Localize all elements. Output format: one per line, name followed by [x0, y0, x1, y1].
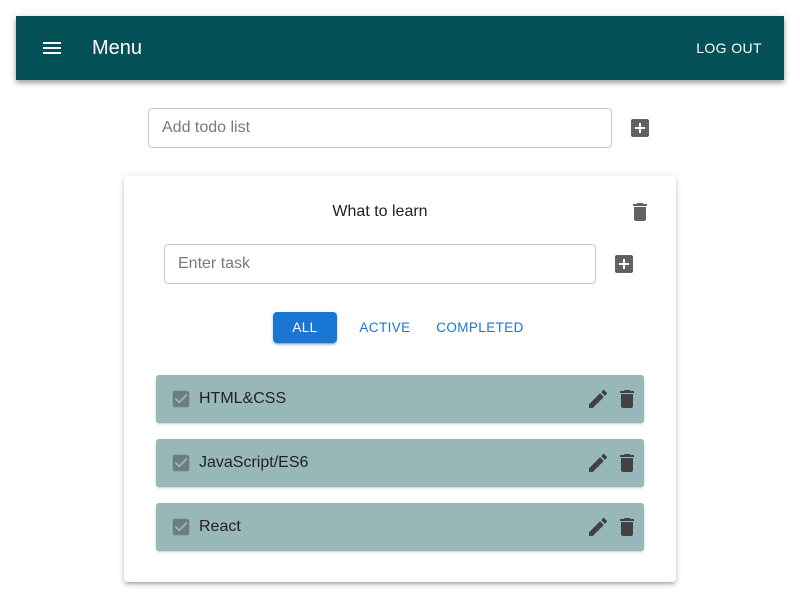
- task-checkbox[interactable]: [170, 452, 192, 474]
- add-box-icon: [615, 255, 633, 273]
- filter-completed-button[interactable]: COMPLETED: [430, 312, 530, 343]
- filter-all-button[interactable]: ALL: [273, 312, 337, 343]
- add-todo-list-button[interactable]: [628, 116, 652, 140]
- enter-task-input[interactable]: [164, 244, 596, 284]
- task-item: HTML&CSS: [156, 375, 644, 423]
- trash-icon: [620, 454, 634, 472]
- add-todo-list-input[interactable]: [148, 108, 612, 148]
- filter-active-button[interactable]: ACTIVE: [352, 312, 418, 343]
- trash-icon: [633, 203, 647, 221]
- trash-icon: [620, 390, 634, 408]
- delete-todolist-button[interactable]: [628, 200, 652, 224]
- edit-task-button[interactable]: [586, 451, 610, 475]
- add-task-button[interactable]: [612, 252, 636, 276]
- delete-task-button[interactable]: [615, 515, 639, 539]
- app-title: Menu: [92, 37, 143, 59]
- task-item: React: [156, 503, 644, 551]
- task-checkbox[interactable]: [170, 516, 192, 538]
- pencil-icon: [589, 389, 608, 408]
- edit-task-button[interactable]: [586, 387, 610, 411]
- app-bar: Menu LOG OUT: [16, 16, 784, 80]
- pencil-icon: [589, 453, 608, 472]
- delete-task-button[interactable]: [615, 451, 639, 475]
- todolist-title[interactable]: What to learn: [124, 202, 636, 222]
- task-label[interactable]: HTML&CSS: [199, 389, 286, 409]
- task-label[interactable]: JavaScript/ES6: [199, 453, 308, 473]
- checked-checkbox-icon: [172, 390, 190, 408]
- logout-button[interactable]: LOG OUT: [696, 34, 762, 62]
- edit-task-button[interactable]: [586, 515, 610, 539]
- checked-checkbox-icon: [172, 454, 190, 472]
- task-checkbox[interactable]: [170, 388, 192, 410]
- pencil-icon: [589, 517, 608, 536]
- checked-checkbox-icon: [172, 518, 190, 536]
- trash-icon: [620, 518, 634, 536]
- task-item: JavaScript/ES6: [156, 439, 644, 487]
- hamburger-menu-icon[interactable]: [40, 36, 64, 60]
- task-label[interactable]: React: [199, 517, 241, 537]
- add-box-icon: [631, 119, 649, 137]
- todolist-card: What to learn ALL ACTIVE COMPLETED HTML&…: [124, 176, 676, 582]
- delete-task-button[interactable]: [615, 387, 639, 411]
